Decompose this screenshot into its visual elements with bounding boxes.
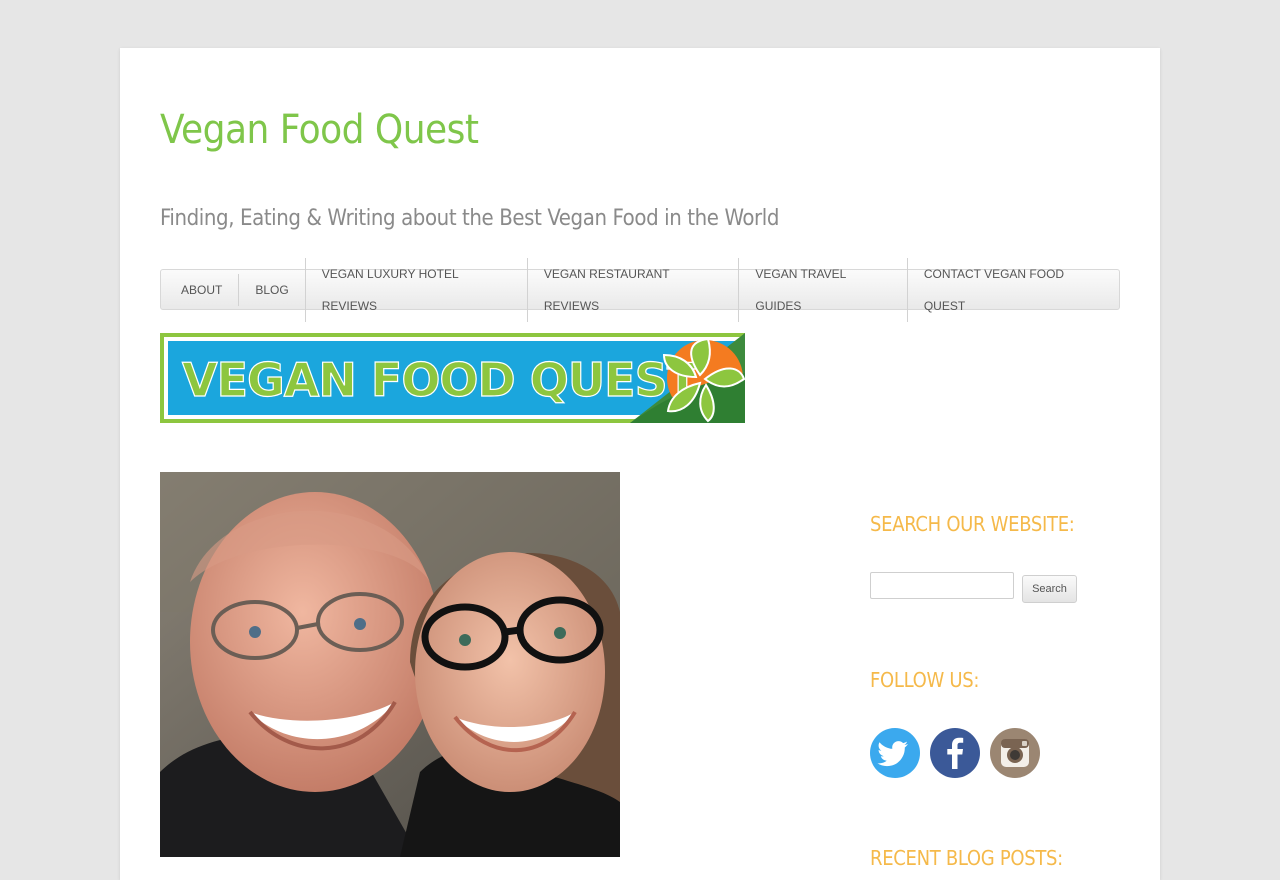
nav-item-travel-guides[interactable]: VEGAN TRAVEL GUIDES xyxy=(738,257,906,322)
search-button[interactable]: Search xyxy=(1022,575,1077,603)
nav-item-blog[interactable]: BLOG xyxy=(238,273,304,306)
nav-item-hotel-reviews[interactable]: VEGAN LUXURY HOTEL REVIEWS xyxy=(304,257,527,322)
instagram-icon[interactable] xyxy=(990,728,1040,778)
follow-widget-title: FOLLOW US: xyxy=(870,668,980,692)
main-navigation: ABOUT BLOG VEGAN LUXURY HOTEL REVIEWS VE… xyxy=(160,257,1120,322)
site-tagline: Finding, Eating & Writing about the Best… xyxy=(160,206,780,231)
facebook-icon[interactable] xyxy=(930,728,980,778)
author-photo xyxy=(160,472,620,857)
nav-item-contact[interactable]: CONTACT VEGAN FOOD QUEST xyxy=(906,257,1119,322)
search-input[interactable] xyxy=(870,572,1014,599)
site-title-link[interactable]: Vegan Food Quest xyxy=(160,110,479,150)
svg-text:VEGAN FOOD QUEST: VEGAN FOOD QUEST xyxy=(182,353,699,407)
nav-item-restaurant-reviews[interactable]: VEGAN RESTAURANT REVIEWS xyxy=(526,257,739,322)
search-widget-title: SEARCH OUR WEBSITE: xyxy=(870,512,1075,536)
twitter-icon[interactable] xyxy=(870,728,920,778)
page-container: Vegan Food Quest Finding, Eating & Writi… xyxy=(120,48,1160,880)
nav-item-about[interactable]: ABOUT xyxy=(161,274,238,306)
header-banner-logo[interactable]: VEGAN FOOD QUEST xyxy=(160,333,745,423)
recent-posts-widget-title: RECENT BLOG POSTS: xyxy=(870,846,1063,870)
